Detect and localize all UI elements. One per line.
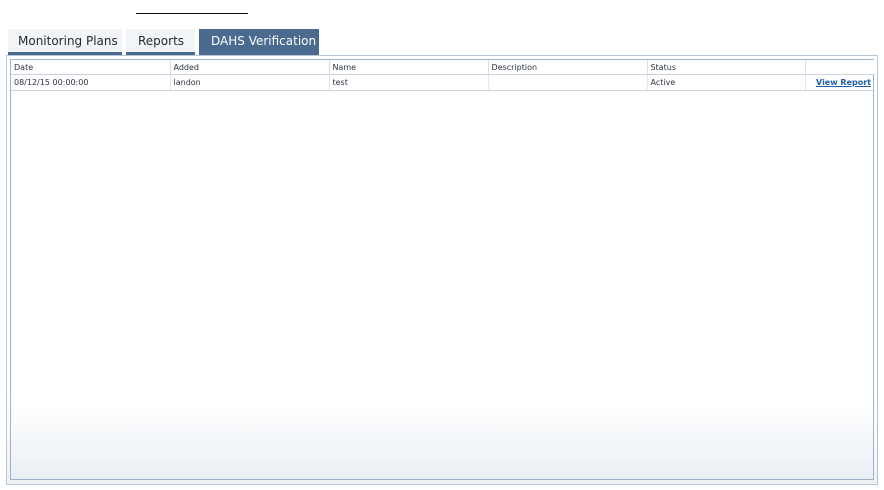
tab-label: Reports — [138, 34, 185, 48]
column-header-status[interactable]: Status — [647, 60, 806, 75]
tab-label: Monitoring Plans — [18, 34, 118, 48]
tab-reports[interactable]: Reports — [126, 29, 195, 55]
verification-table: Date Added Name Description Status 08/12… — [11, 60, 875, 91]
cell-action: View Report — [805, 74, 875, 91]
view-report-link[interactable]: View Report — [816, 78, 871, 87]
column-header-date[interactable]: Date — [11, 60, 171, 75]
column-header-description[interactable]: Description — [488, 60, 648, 75]
cell-date: 08/12/15 00:00:00 — [11, 74, 171, 91]
tab-content-panel: Date Added Name Description Status 08/12… — [6, 55, 878, 485]
top-divider-line — [136, 13, 248, 14]
table-row[interactable]: 08/12/15 00:00:00 landon test Active Vie… — [11, 74, 875, 91]
tab-monitoring-plans[interactable]: Monitoring Plans — [8, 29, 122, 55]
tab-label: DAHS Verification — [211, 34, 317, 48]
column-header-name[interactable]: Name — [329, 60, 489, 75]
column-header-added[interactable]: Added — [170, 60, 330, 75]
cell-added: landon — [170, 74, 330, 91]
column-header-action — [805, 60, 875, 75]
tab-bar: Monitoring Plans Reports DAHS Verificati… — [8, 29, 323, 61]
cell-name: test — [329, 74, 489, 91]
table-header-row: Date Added Name Description Status — [11, 60, 875, 75]
verification-grid: Date Added Name Description Status 08/12… — [10, 59, 875, 480]
tab-dahs-verification[interactable]: DAHS Verification — [199, 29, 319, 61]
cell-status: Active — [647, 74, 806, 91]
cell-description — [488, 74, 648, 91]
